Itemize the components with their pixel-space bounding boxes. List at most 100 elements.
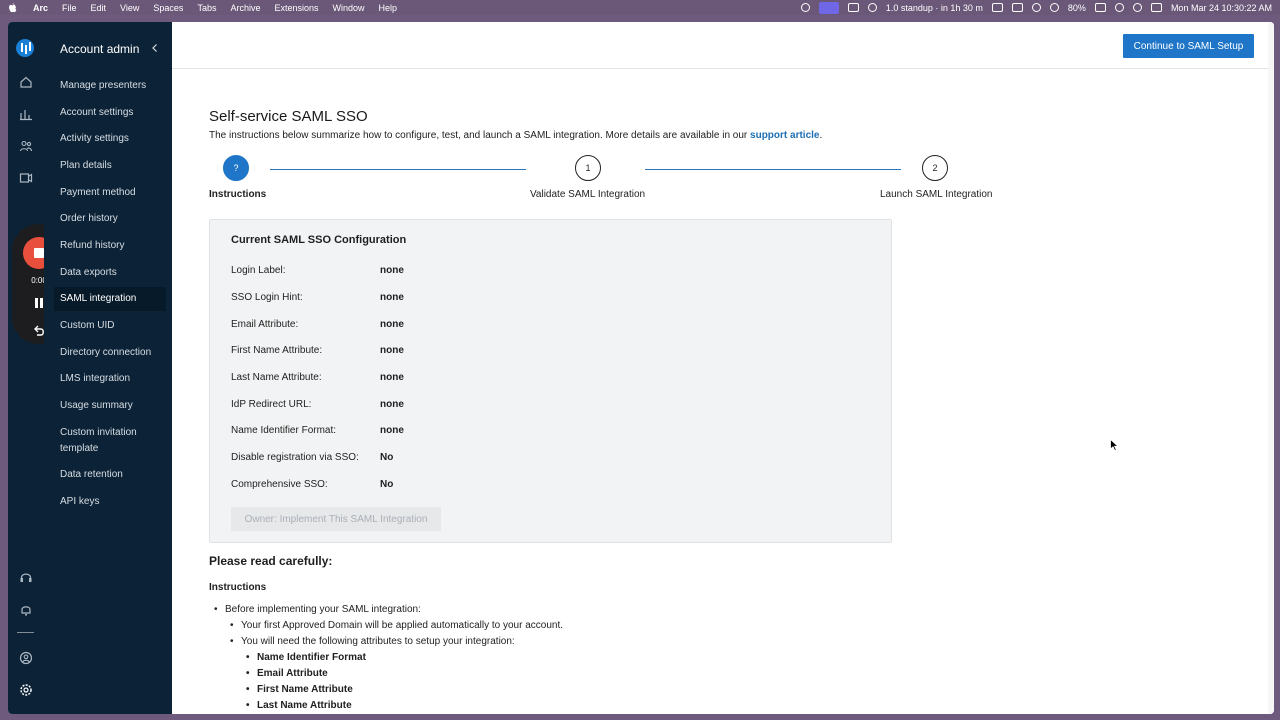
menu-view[interactable]: View — [120, 3, 139, 13]
sidebar-item-directory-connection[interactable]: Directory connection — [60, 346, 168, 360]
sidebar-item-plan-details[interactable]: Plan details — [60, 159, 168, 173]
brightness-icon[interactable] — [800, 3, 810, 12]
config-value: No — [380, 452, 394, 463]
step-marker-instructions[interactable]: ? — [223, 155, 249, 181]
info-icon[interactable] — [867, 3, 877, 12]
list-item: You will need the following attributes t… — [230, 636, 515, 647]
analytics-icon[interactable] — [18, 106, 33, 121]
battery-icon[interactable] — [1094, 3, 1106, 12]
status-tray: 1.0 standup · in 1h 30 m 80% Mon Mar 24 … — [800, 0, 1272, 15]
config-value: none — [380, 425, 404, 436]
config-value: none — [380, 319, 404, 330]
config-label: Email Attribute: — [231, 319, 299, 330]
scrollbar[interactable] — [1268, 22, 1274, 714]
subtitle-period: . — [819, 130, 823, 141]
config-label: Last Name Attribute: — [231, 372, 322, 383]
page-subtitle: The instructions below summarize how to … — [209, 130, 822, 141]
continue-to-saml-setup-button[interactable]: Continue to SAML Setup — [1123, 34, 1254, 58]
logo-icon[interactable] — [16, 39, 34, 57]
window-icon[interactable] — [1011, 3, 1023, 12]
sidebar-item-usage-summary[interactable]: Usage summary — [60, 399, 168, 413]
config-label: Comprehensive SSO: — [231, 479, 328, 490]
cloud-icon[interactable] — [991, 3, 1003, 12]
config-value: none — [380, 399, 404, 410]
chevron-left-icon[interactable] — [150, 43, 160, 53]
sidebar-item-manage-presenters[interactable]: Manage presenters — [60, 79, 168, 93]
extension-icon[interactable] — [847, 3, 859, 12]
menu-bar: Arc File Edit View Spaces Tabs Archive E… — [0, 0, 1280, 15]
wifi-icon[interactable] — [1114, 3, 1124, 12]
notifications-icon[interactable] — [18, 602, 33, 617]
config-value: none — [380, 292, 404, 303]
main-content: Continue to SAML Setup Self-service SAML… — [172, 22, 1274, 714]
menu-app-name[interactable]: Arc — [33, 3, 48, 13]
config-row: IdP Redirect URL: none — [231, 399, 831, 413]
people-icon[interactable] — [18, 138, 33, 153]
menu-window[interactable]: Window — [333, 3, 365, 13]
menu-spaces[interactable]: Spaces — [153, 3, 183, 13]
calendar-event[interactable]: 1.0 standup · in 1h 30 m — [886, 3, 983, 13]
config-value: none — [380, 345, 404, 356]
play-icon[interactable] — [1049, 3, 1059, 12]
sidebar-item-account-settings[interactable]: Account settings — [60, 106, 168, 120]
config-row: Last Name Attribute: none — [231, 372, 831, 386]
config-row: Email Attribute: none — [231, 319, 831, 333]
config-panel-title: Current SAML SSO Configuration — [231, 234, 407, 246]
step-label-launch: Launch SAML Integration — [880, 189, 993, 200]
sidebar-item-order-history[interactable]: Order history — [60, 212, 168, 226]
menu-extensions[interactable]: Extensions — [274, 3, 318, 13]
settings-gear-icon[interactable] — [18, 682, 33, 697]
menu-file[interactable]: File — [62, 3, 77, 13]
menu-archive[interactable]: Archive — [230, 3, 260, 13]
sidebar-item-data-exports[interactable]: Data exports — [60, 266, 168, 280]
config-label: SSO Login Hint: — [231, 292, 303, 303]
config-row: SSO Login Hint: none — [231, 292, 831, 306]
step-marker-launch[interactable]: 2 — [922, 155, 948, 181]
config-label: Name Identifier Format: — [231, 425, 337, 436]
sidebar-item-lms-integration[interactable]: LMS integration — [60, 372, 168, 386]
config-row: Comprehensive SSO: No — [231, 479, 831, 493]
home-icon[interactable] — [18, 74, 33, 89]
list-item: First Name Attribute — [246, 684, 353, 695]
apple-icon[interactable] — [8, 2, 17, 13]
support-article-link[interactable]: support article — [750, 130, 819, 141]
stepper-connector — [645, 169, 901, 170]
sidebar-item-refund-history[interactable]: Refund history — [60, 239, 168, 253]
screen-record-icon[interactable] — [818, 1, 839, 14]
subtitle-text: The instructions below summarize how to … — [209, 130, 751, 141]
config-row: Login Label: none — [231, 265, 831, 279]
sidebar-item-saml-integration[interactable]: SAML integration — [54, 287, 166, 311]
menu-help[interactable]: Help — [379, 3, 398, 13]
sidebar-item-payment-method[interactable]: Payment method — [60, 186, 168, 200]
sidebar-item-activity-settings[interactable]: Activity settings — [60, 132, 168, 146]
config-label: First Name Attribute: — [231, 345, 323, 356]
config-value: none — [380, 372, 404, 383]
sidebar-item-custom-uid[interactable]: Custom UID — [60, 319, 168, 333]
bluetooth-icon[interactable] — [1031, 3, 1041, 12]
profile-icon[interactable] — [18, 650, 33, 665]
sidebar-item-custom-invitation-template[interactable]: Custom invitation template — [60, 425, 156, 457]
read-carefully-heading: Please read carefully: — [209, 554, 333, 568]
search-icon[interactable] — [1132, 3, 1142, 12]
sidebar-item-api-keys[interactable]: API keys — [60, 495, 168, 509]
config-label: Disable registration via SSO: — [231, 452, 359, 463]
support-icon[interactable] — [18, 570, 33, 585]
implement-saml-button[interactable]: Owner: Implement This SAML Integration — [231, 507, 441, 531]
menu-tabs[interactable]: Tabs — [197, 3, 216, 13]
sidebar-item-data-retention[interactable]: Data retention — [60, 468, 168, 482]
content-library-icon[interactable] — [18, 170, 33, 185]
control-center-icon[interactable] — [1150, 3, 1162, 12]
list-item: Before implementing your SAML integratio… — [214, 604, 421, 615]
config-label: Login Label: — [231, 265, 286, 276]
config-label: IdP Redirect URL: — [231, 399, 312, 410]
step-marker-validate[interactable]: 1 — [575, 155, 601, 181]
config-value: none — [380, 265, 404, 276]
sidebar-title: Account admin — [60, 42, 140, 56]
list-item: Name Identifier Format — [246, 652, 366, 663]
menubar-clock[interactable]: Mon Mar 24 10:30:22 AM — [1171, 3, 1272, 13]
icon-rail: 0:00 — [8, 22, 66, 714]
list-item: Your first Approved Domain will be appli… — [230, 620, 563, 631]
list-item: Last Name Attribute — [246, 700, 352, 711]
menu-edit[interactable]: Edit — [91, 3, 107, 13]
mouse-cursor-icon — [1110, 439, 1119, 451]
